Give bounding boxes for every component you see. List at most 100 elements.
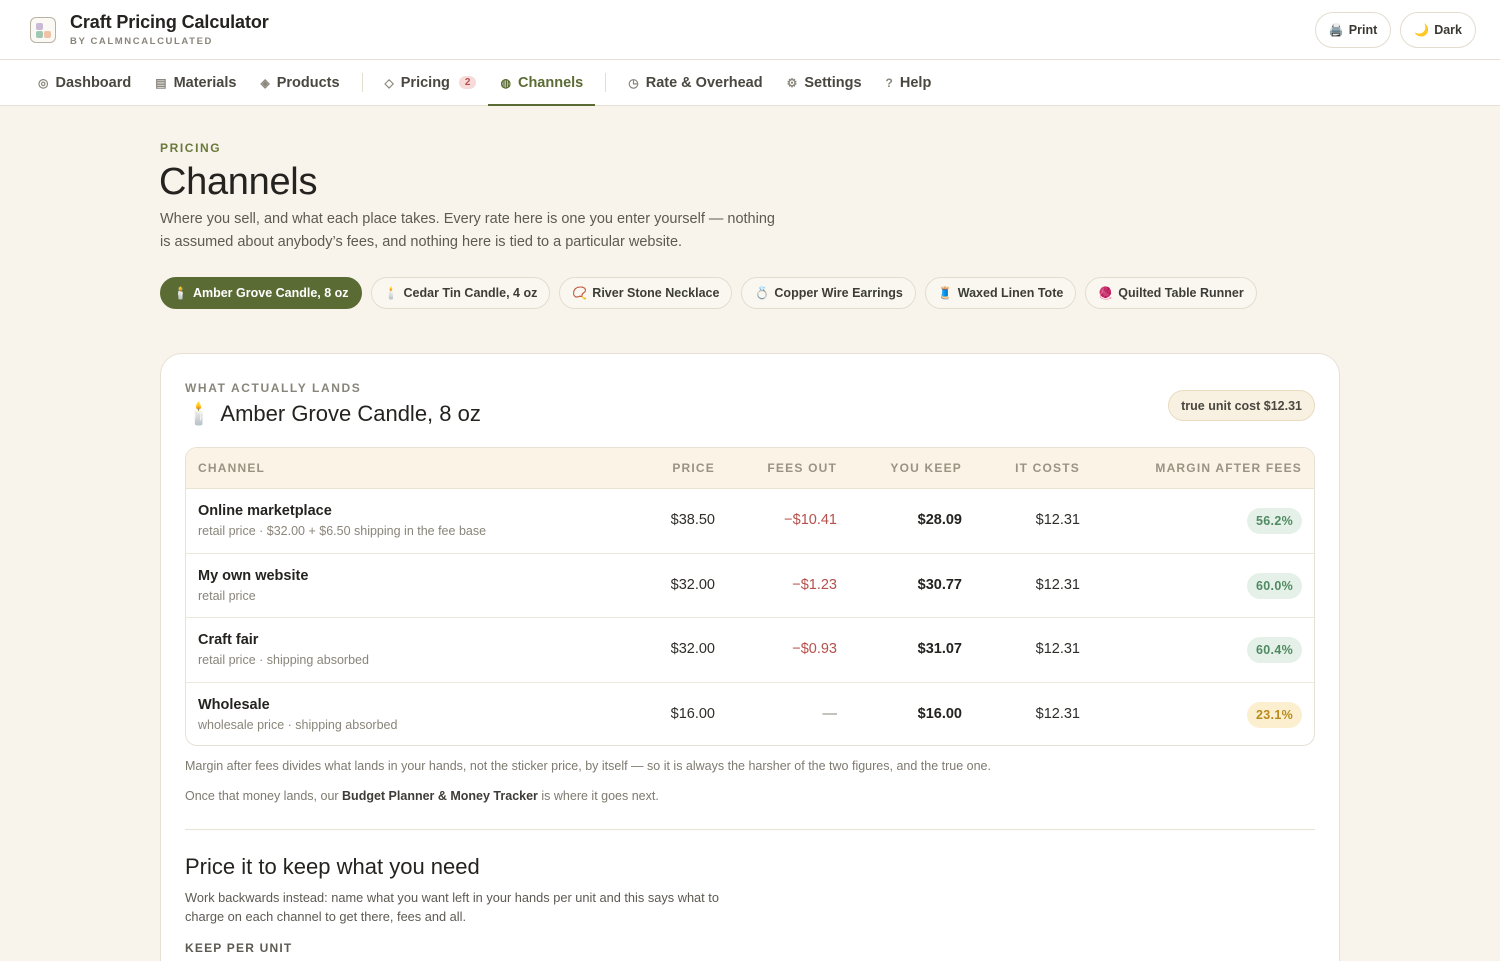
header-channel: CHANNEL [198, 461, 266, 475]
app-logo-icon [30, 16, 56, 43]
page-title: Channels [159, 161, 318, 203]
product-selector: 🕯️ Amber Grove Candle, 8 oz 🕯️ Cedar Tin… [160, 277, 1257, 309]
help-icon: ? [885, 75, 893, 90]
channel-cell: Online marketplace retail price · $32.00… [198, 503, 486, 538]
price-cell: $16.00 [670, 705, 715, 722]
header-fees: FEES OUT [767, 461, 837, 475]
product-chip-label: Waxed Linen Tote [957, 286, 1064, 300]
moon-icon: 🌙 [1414, 22, 1430, 37]
tab-label: Materials [173, 74, 237, 91]
tab-materials[interactable]: ▤ Materials [143, 60, 248, 105]
channels-card: WHAT ACTUALLY LANDS 🕯️ Amber Grove Candl… [160, 353, 1340, 961]
app-subtitle: BY CALMNCALCULATED [70, 36, 213, 47]
product-chip[interactable]: 🧵 Waxed Linen Tote [924, 277, 1077, 309]
budget-note-prefix: Once that money lands, our [185, 789, 343, 803]
necklace-icon: 📿 [572, 286, 588, 300]
product-chip-label: Copper Wire Earrings [774, 286, 903, 300]
fees-cell: −$10.41 [784, 512, 837, 528]
cost-cell: $12.31 [1035, 705, 1080, 722]
materials-icon: ▤ [155, 75, 167, 90]
dashboard-icon: ◎ [38, 75, 49, 90]
tab-help[interactable]: ? Help [874, 60, 944, 105]
cost-cell: $12.31 [1035, 576, 1080, 593]
product-chip[interactable]: 🕯️ Cedar Tin Candle, 4 oz [370, 277, 551, 309]
unit-cost-badge: true unit cost $12.31 [1168, 390, 1315, 421]
clock-icon: ◷ [628, 75, 639, 90]
product-chip-label: River Stone Necklace [592, 286, 720, 300]
tab-products[interactable]: ◈ Products [248, 60, 351, 105]
brand: Craft Pricing Calculator BY CALMNCALCULA… [70, 12, 269, 47]
dark-mode-button[interactable]: 🌙 Dark [1400, 11, 1476, 48]
tab-rate-overhead[interactable]: ◷ Rate & Overhead [616, 60, 774, 105]
product-chip[interactable]: 🕯️ Amber Grove Candle, 8 oz [160, 277, 362, 309]
keep-cell: $16.00 [917, 705, 962, 722]
channels-icon: ◍ [500, 75, 511, 90]
pricing-icon: ◇ [384, 75, 394, 90]
channel-detail: retail price · shipping absorbed [198, 653, 369, 667]
reverse-pricing-title: Price it to keep what you need [185, 854, 480, 879]
keep-cell: $30.77 [917, 576, 962, 593]
table-row: Craft fair retail price · shipping absor… [186, 618, 1314, 683]
print-button[interactable]: 🖨️ Print [1314, 11, 1392, 48]
product-chip-label: Cedar Tin Candle, 4 oz [403, 286, 538, 300]
header-price: PRICE [672, 461, 715, 475]
keep-cell: $28.09 [917, 512, 962, 528]
tab-label: Products [276, 74, 340, 91]
margin-note: Margin after fees divides what lands in … [185, 759, 991, 773]
channel-cell: My own website retail price [198, 568, 308, 603]
price-cell: $32.00 [670, 641, 715, 657]
table-row: Wholesale wholesale price · shipping abs… [186, 683, 1314, 746]
budget-planner-link[interactable]: Budget Planner & Money Tracker [342, 789, 538, 803]
header-keep: YOU KEEP [890, 461, 962, 475]
product-chip[interactable]: 💍 Copper Wire Earrings [741, 277, 916, 309]
header-actions: 🖨️ Print 🌙 Dark [1314, 11, 1476, 48]
ring-icon: 💍 [754, 286, 770, 300]
cost-cell: $12.31 [1035, 641, 1080, 657]
margin-badge: 56.2% [1247, 508, 1302, 534]
card-title: 🕯️ Amber Grove Candle, 8 oz [185, 401, 481, 427]
tab-label: Help [899, 74, 932, 91]
channel-name: Craft fair [198, 632, 259, 648]
page-description: Where you sell, and what each place take… [160, 211, 775, 250]
budget-note-suffix: is where it goes next. [537, 789, 659, 803]
tab-pricing[interactable]: ◇ Pricing 2 [373, 60, 489, 105]
products-icon: ◈ [260, 75, 270, 90]
thread-icon: 🧵 [937, 286, 953, 300]
gear-icon: ⚙ [786, 75, 798, 90]
pricing-count-badge: 2 [458, 76, 477, 89]
tab-channels[interactable]: ◍ Channels [488, 60, 595, 106]
channel-cell: Wholesale wholesale price · shipping abs… [198, 697, 397, 732]
candle-icon: 🕯️ [383, 286, 399, 300]
section-divider [185, 829, 1315, 830]
margin-badge: 23.1% [1247, 701, 1302, 728]
cost-cell: $12.31 [1035, 512, 1080, 528]
channel-detail: retail price [198, 588, 256, 603]
tab-label: Rate & Overhead [645, 74, 763, 91]
channel-cell: Craft fair retail price · shipping absor… [198, 632, 369, 667]
product-chip-label: Amber Grove Candle, 8 oz [192, 286, 349, 300]
product-chip[interactable]: 🧶 Quilted Table Runner [1085, 277, 1257, 309]
header-costs: IT COSTS [1015, 461, 1080, 475]
tab-settings[interactable]: ⚙ Settings [775, 60, 874, 105]
fees-cell: — [822, 705, 838, 722]
tab-label: Channels [517, 74, 584, 91]
print-label: Print [1348, 22, 1378, 37]
page-eyebrow: PRICING [160, 141, 222, 155]
margin-badge: 60.4% [1247, 637, 1302, 663]
app-title: Craft Pricing Calculator [70, 12, 269, 32]
card-product-name: Amber Grove Candle, 8 oz [220, 401, 481, 426]
channel-name: My own website [198, 567, 309, 584]
table-row: Online marketplace retail price · $32.00… [186, 489, 1314, 554]
channel-name: Online marketplace [198, 503, 332, 519]
channel-detail: retail price · $32.00 + $6.50 shipping i… [198, 524, 487, 538]
tab-dashboard[interactable]: ◎ Dashboard [26, 60, 143, 105]
candle-icon: 🕯️ [185, 401, 213, 426]
header-margin: MARGIN AFTER FEES [1155, 461, 1302, 475]
dark-label: Dark [1434, 22, 1462, 37]
product-chip[interactable]: 📿 River Stone Necklace [559, 277, 733, 309]
product-chip-label: Quilted Table Runner [1118, 286, 1244, 300]
reverse-pricing-description: Work backwards instead: name what you wa… [185, 890, 719, 924]
margin-badge: 60.0% [1247, 572, 1302, 599]
card-eyebrow: WHAT ACTUALLY LANDS [185, 381, 362, 395]
table-header: CHANNEL PRICE FEES OUT YOU KEEP IT COSTS… [186, 448, 1314, 489]
